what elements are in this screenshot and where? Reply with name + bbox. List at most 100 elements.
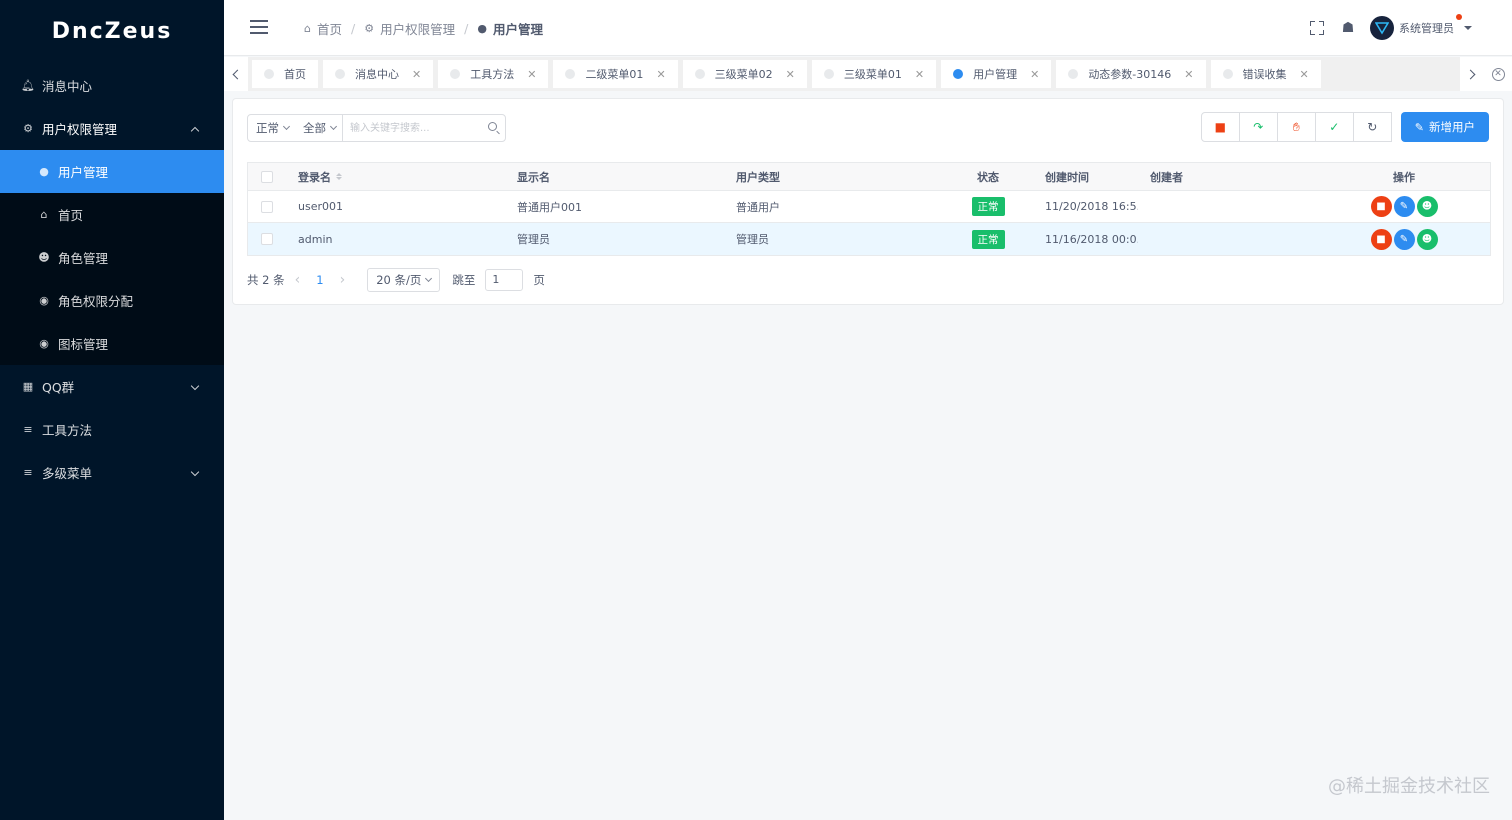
close-icon[interactable]: ✕	[786, 68, 795, 81]
tab-user-management[interactable]: 用户管理 ✕	[941, 60, 1052, 88]
sidebar-item-multilevel[interactable]: ≡ 多级菜单	[0, 451, 224, 494]
sidebar-item-roles[interactable]: ☻ 角色管理	[0, 236, 224, 279]
sidebar-item-user-management[interactable]: ● 用户管理	[0, 150, 224, 193]
sidebar-item-messages[interactable]: 🔔︎ 消息中心	[0, 64, 224, 107]
pencil-icon: ✎	[1399, 201, 1409, 212]
toolbar: ■ ↷ ✋︎ ✓ ↻ ✎ 新增用户	[1200, 112, 1489, 142]
hand-icon: ✋︎	[1292, 119, 1300, 134]
add-user-button[interactable]: ✎ 新增用户	[1400, 112, 1489, 142]
cell-display-name: 普通用户001	[517, 200, 582, 214]
tab-dot	[450, 69, 461, 79]
select-all-checkbox[interactable]	[261, 170, 273, 183]
bug-icon[interactable]: ☗	[1340, 20, 1356, 36]
search-input[interactable]	[343, 115, 505, 141]
row-delete-button[interactable]: ■	[1370, 228, 1392, 250]
status-select[interactable]: 正常	[248, 115, 295, 141]
breadcrumb-user-permission[interactable]: ⚙ 用户权限管理	[364, 19, 455, 38]
jump-label: 跳至	[452, 273, 476, 287]
tabs: 首页 消息中心 ✕ 工具方法 ✕ 二级菜单01 ✕ 三级菜单02 ✕ 三级菜单01 ✕ 用…	[252, 60, 1326, 88]
tabs-bar: 首页 消息中心 ✕ 工具方法 ✕ 二级菜单01 ✕ 三级菜单02 ✕ 三级菜单01 ✕ 用…	[224, 57, 1512, 91]
table-row[interactable]: admin 管理员 管理员 正常 11/16/2018 00:0... ■ ✎ …	[248, 223, 1490, 255]
fullscreen-icon[interactable]	[1310, 21, 1324, 35]
cell-login-name: user001	[298, 200, 343, 213]
redo-button[interactable]: ↷	[1238, 112, 1278, 142]
tabs-scroll-left-icon[interactable]	[224, 57, 248, 91]
bell-icon: 🔔︎	[21, 79, 35, 92]
sidebar-item-label: 多级菜单	[42, 466, 93, 481]
sidebar-submenu: ● 用户管理 ⌂ 首页 ☻ 角色管理 ◉ 角色权限分配 ◉ 图标管理	[0, 150, 224, 365]
disable-button[interactable]: ✋︎	[1276, 112, 1316, 142]
tab-level3-02[interactable]: 三级菜单02 ✕	[682, 60, 807, 88]
tab-tools[interactable]: 工具方法 ✕	[438, 60, 549, 88]
sidebar-item-qq-group[interactable]: ▦ QQ群	[0, 365, 224, 408]
close-icon[interactable]: ✕	[656, 68, 665, 81]
tab-home[interactable]: 首页	[252, 60, 318, 88]
row-checkbox[interactable]	[261, 233, 273, 245]
type-select[interactable]: 全部	[295, 115, 342, 141]
sidebar-item-label: 角色管理	[58, 251, 109, 266]
user-name[interactable]: 系统管理员	[1399, 14, 1462, 36]
breadcrumb-home[interactable]: ⌂ 首页	[304, 19, 342, 38]
app-logo: DncZeus	[51, 19, 173, 44]
jump-input[interactable]: 1	[485, 269, 524, 291]
close-icon[interactable]: ✕	[527, 68, 536, 81]
chevron-down-icon	[190, 467, 200, 476]
close-icon[interactable]: ✕	[915, 68, 924, 81]
tabs-scroll-right-icon[interactable]	[1460, 57, 1484, 91]
user-circle-icon: ●	[39, 165, 49, 178]
pencil-icon: ✎	[1399, 233, 1409, 245]
home-icon: ⌂	[40, 208, 48, 221]
col-login-name[interactable]: 登录名	[286, 169, 505, 185]
chevron-down-icon	[425, 274, 433, 283]
tab-level3-01[interactable]: 三级菜单01 ✕	[811, 60, 937, 88]
trash-icon: ■	[1376, 233, 1386, 245]
sidebar-item-label: 首页	[58, 208, 84, 223]
row-delete-button[interactable]: ■	[1370, 196, 1392, 217]
enable-button[interactable]: ✓	[1314, 112, 1354, 142]
sidebar-item-home[interactable]: ⌂ 首页	[0, 193, 224, 236]
table-row[interactable]: user001 普通用户001 普通用户 正常 11/20/2018 16:5.…	[248, 191, 1490, 223]
row-assign-role-button[interactable]: ☻	[1416, 228, 1438, 250]
prev-page-icon[interactable]: ‹	[295, 272, 301, 288]
close-icon[interactable]: ✕	[412, 68, 421, 81]
page-number[interactable]: 1	[316, 273, 323, 287]
sort-icon[interactable]	[336, 173, 342, 180]
sidebar-item-tools[interactable]: ≡ 工具方法	[0, 408, 224, 451]
delete-button[interactable]: ■	[1200, 112, 1240, 142]
tab-label: 首页	[284, 68, 306, 81]
tab-label: 二级菜单01	[585, 68, 644, 81]
sidebar-item-label: 消息中心	[42, 79, 93, 94]
row-select-cell	[248, 233, 286, 245]
sidebar-item-role-permissions[interactable]: ◉ 角色权限分配	[0, 279, 224, 322]
next-page-icon[interactable]: ›	[340, 272, 346, 288]
tab-dynamic-params[interactable]: 动态参数-30146 ✕	[1056, 60, 1206, 88]
sidebar-item-label: 图标管理	[58, 337, 109, 352]
search-icon[interactable]	[488, 122, 497, 131]
tab-error-log[interactable]: 错误收集 ✕	[1210, 60, 1321, 88]
caret-down-icon[interactable]	[1464, 26, 1472, 30]
page-size-select[interactable]: 20 条/页	[367, 268, 441, 292]
cell-status: 正常	[943, 229, 1033, 249]
sidebar-item-user-permission[interactable]: ⚙ 用户权限管理	[0, 107, 224, 150]
sidebar-item-icons[interactable]: ◉ 图标管理	[0, 322, 224, 365]
avatar[interactable]	[1370, 16, 1394, 40]
user-circle-icon: ●	[477, 21, 487, 35]
sidebar-item-label: 工具方法	[42, 423, 93, 438]
row-edit-button[interactable]: ✎	[1393, 228, 1415, 250]
close-all-tabs-icon[interactable]: ✕	[1484, 57, 1512, 91]
tab-dot	[335, 69, 345, 79]
row-checkbox[interactable]	[261, 200, 273, 213]
close-icon[interactable]: ✕	[1184, 68, 1193, 81]
refresh-icon: ↻	[1367, 120, 1378, 134]
total-count: 共 2 条	[247, 273, 285, 287]
chevron-up-icon	[190, 126, 200, 135]
row-assign-role-button[interactable]: ☻	[1416, 196, 1438, 217]
row-edit-button[interactable]: ✎	[1393, 196, 1415, 217]
tab-messages[interactable]: 消息中心 ✕	[323, 60, 434, 88]
close-icon[interactable]: ✕	[1300, 68, 1309, 81]
menu-toggle-icon[interactable]	[250, 20, 268, 34]
tab-dot	[1222, 69, 1233, 79]
refresh-button[interactable]: ↻	[1352, 112, 1392, 142]
close-icon[interactable]: ✕	[1030, 68, 1039, 81]
tab-submenu-01[interactable]: 二级菜单01 ✕	[553, 60, 678, 88]
